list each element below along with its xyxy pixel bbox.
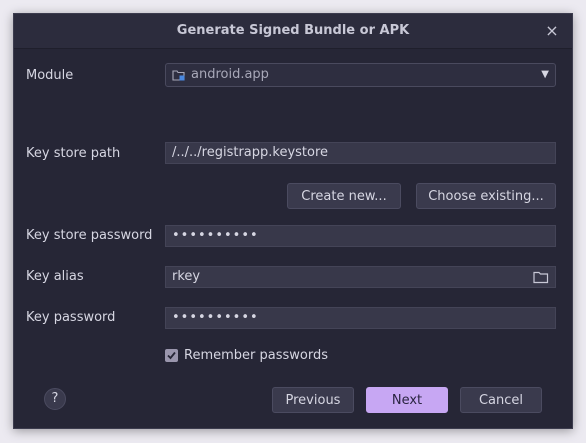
key-password-label: Key password <box>26 310 116 325</box>
module-label: Module <box>26 68 74 83</box>
key-store-path-field[interactable]: /../../registrapp.keystore <box>165 142 556 164</box>
remember-passwords-checkbox[interactable] <box>165 349 178 362</box>
key-alias-label: Key alias <box>26 269 84 284</box>
key-store-password-label: Key store password <box>26 228 153 243</box>
remember-passwords-label[interactable]: Remember passwords <box>184 348 328 363</box>
dialog-titlebar: Generate Signed Bundle or APK × <box>14 14 572 49</box>
checkmark-icon <box>167 351 176 360</box>
next-button[interactable]: Next <box>366 387 448 413</box>
module-folder-icon <box>172 68 186 82</box>
key-store-path-label: Key store path <box>26 146 121 161</box>
create-new-button[interactable]: Create new... <box>287 183 401 209</box>
key-password-field[interactable]: •••••••••• <box>165 307 556 329</box>
key-alias-field[interactable]: rkey <box>165 266 556 288</box>
generate-signed-bundle-dialog: Generate Signed Bundle or APK × Module a… <box>13 13 573 429</box>
choose-existing-button[interactable]: Choose existing... <box>416 183 556 209</box>
folder-icon[interactable] <box>533 270 549 284</box>
key-alias-value: rkey <box>172 269 201 284</box>
cancel-button[interactable]: Cancel <box>460 387 542 413</box>
dialog-title: Generate Signed Bundle or APK <box>176 23 410 38</box>
module-value: android.app <box>191 67 269 82</box>
key-store-password-field[interactable]: •••••••••• <box>165 225 556 247</box>
help-button[interactable]: ? <box>44 388 66 410</box>
chevron-down-icon: ▼ <box>541 69 549 80</box>
module-dropdown[interactable]: android.app ▼ <box>165 63 556 87</box>
previous-button[interactable]: Previous <box>272 387 354 413</box>
close-icon[interactable]: × <box>542 21 562 41</box>
